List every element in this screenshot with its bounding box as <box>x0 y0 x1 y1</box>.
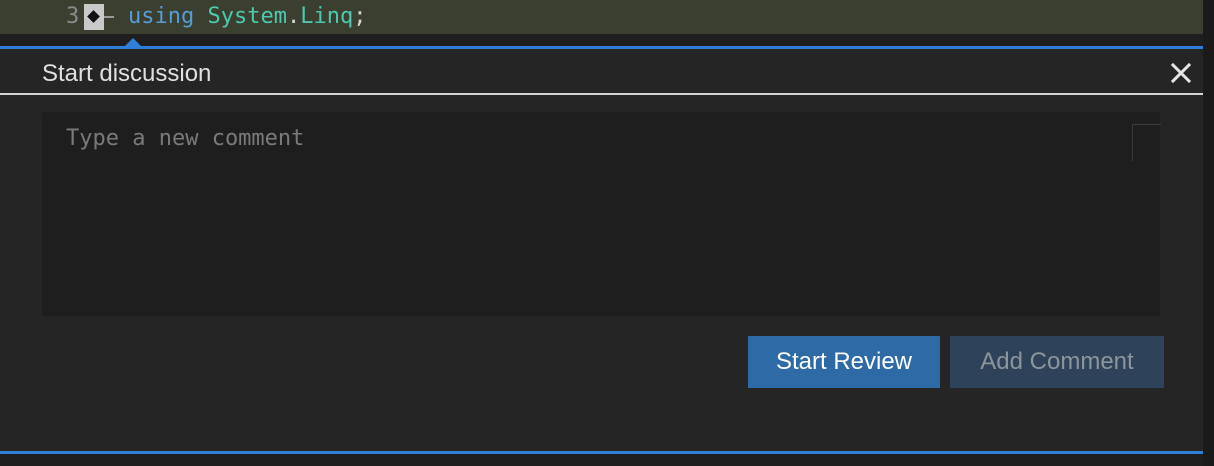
editor-scrollbar[interactable] <box>1203 0 1214 466</box>
comment-input[interactable] <box>42 112 1160 316</box>
close-icon[interactable] <box>1169 61 1193 85</box>
add-comment-button[interactable]: Add Comment <box>950 336 1164 388</box>
line-number: 3 <box>66 4 80 29</box>
discussion-header: Start discussion <box>0 49 1203 95</box>
zone-bottom-border <box>0 451 1203 454</box>
code-text: using System.Linq; <box>128 0 366 34</box>
zone-arrow-icon <box>125 38 141 46</box>
code-namespace-leaf: Linq <box>300 4 354 29</box>
comment-range-glyph-icon[interactable] <box>84 4 114 30</box>
discussion-zone-widget: Start discussion Start Review Add Commen… <box>0 38 1203 454</box>
start-review-button[interactable]: Start Review <box>748 336 940 388</box>
comment-input-scroll-corner <box>1132 124 1161 161</box>
code-namespace-root: System <box>207 4 287 29</box>
discussion-title: Start discussion <box>42 60 212 87</box>
code-dot: . <box>286 4 301 29</box>
code-semicolon: ; <box>353 4 367 29</box>
code-line: 3 using System.Linq; <box>0 0 1203 34</box>
code-keyword: using <box>128 4 195 29</box>
